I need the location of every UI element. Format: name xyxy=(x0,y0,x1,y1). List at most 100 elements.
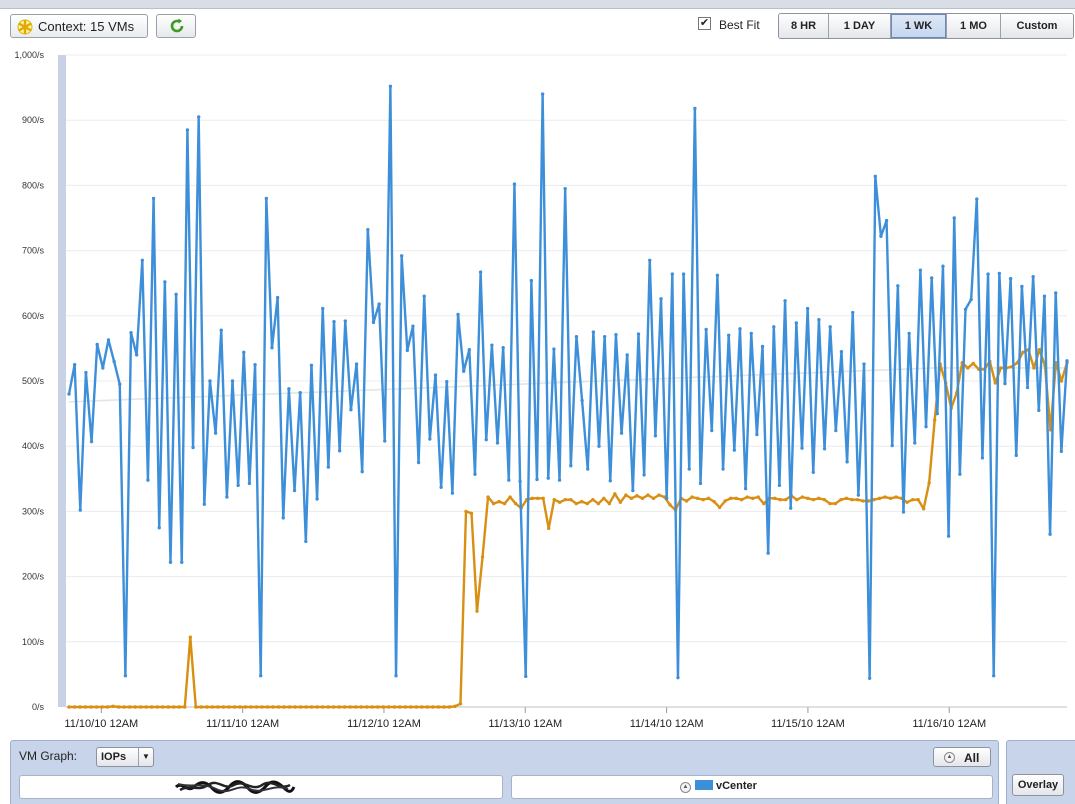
series-0-point xyxy=(969,297,973,302)
series-1-point xyxy=(629,496,634,501)
series-0-point xyxy=(1020,284,1024,289)
series-1-point xyxy=(877,496,882,501)
best-fit-label: Best Fit xyxy=(719,18,760,32)
x-tick-label: 11/10/10 12AM xyxy=(64,718,138,730)
series-0-point xyxy=(648,258,652,263)
series-0-point xyxy=(253,363,257,367)
series-0-point xyxy=(428,437,432,441)
series-1-point xyxy=(265,705,270,709)
range-8hr-button[interactable]: 8 HR xyxy=(779,14,829,38)
x-tick-label: 11/15/10 12AM xyxy=(771,718,845,730)
best-fit-checkbox[interactable]: ✔ xyxy=(698,17,711,30)
series-1-point xyxy=(491,501,496,506)
series-1-point xyxy=(67,705,71,709)
series-0-point xyxy=(732,448,737,452)
y-tick-label: 900/s xyxy=(22,115,45,125)
series-1-point xyxy=(315,705,319,709)
series-0-point xyxy=(298,391,302,395)
vm-graph-panel: VM Graph: IOPs ▼ ▲ All ▲ vCenter xyxy=(10,740,999,804)
series-1-point xyxy=(249,705,253,709)
series-0-point xyxy=(749,331,753,336)
series-0-point xyxy=(794,321,799,325)
range-1mo-button[interactable]: 1 MO xyxy=(947,14,1001,38)
series-0-point xyxy=(422,294,426,298)
vm-selector-field[interactable] xyxy=(19,775,503,799)
context-button[interactable]: Context: 15 VMs xyxy=(10,14,148,38)
series-0-point xyxy=(371,320,376,325)
series-0-point xyxy=(1003,381,1007,386)
series-0-point xyxy=(659,297,663,301)
series-1-point xyxy=(574,501,578,506)
y-tick-label: 700/s xyxy=(22,246,45,256)
series-0-point xyxy=(495,441,500,445)
series-0-point xyxy=(180,560,184,564)
context-label: Context: 15 VMs xyxy=(38,19,135,34)
series-1-point xyxy=(861,499,865,503)
series-1-point xyxy=(116,705,121,709)
series-0-point xyxy=(811,470,815,474)
series-1-point xyxy=(723,499,727,503)
series-1-point xyxy=(431,705,435,709)
series-0-point xyxy=(901,510,906,514)
series-1-point xyxy=(243,705,248,709)
series-0-point xyxy=(501,346,505,350)
series-0-point xyxy=(1042,294,1047,298)
series-0-point xyxy=(123,674,128,678)
series-0-point xyxy=(1037,408,1041,413)
series-0-point xyxy=(670,272,675,276)
y-tick-label: 200/s xyxy=(22,572,45,582)
series-1-point xyxy=(331,705,336,709)
series-1-point xyxy=(839,497,843,502)
series-1-point xyxy=(194,705,198,709)
series-1-point xyxy=(828,501,832,506)
series-1-point xyxy=(684,499,689,503)
vcenter-series-field[interactable]: ▲ vCenter xyxy=(511,775,993,799)
series-0-point xyxy=(151,196,156,201)
series-1-point xyxy=(138,705,143,709)
metric-dropdown[interactable]: IOPs ▼ xyxy=(96,747,154,767)
series-0-point xyxy=(129,331,133,335)
series-1-point xyxy=(927,481,931,485)
series-1-point xyxy=(365,705,369,709)
series-0-point xyxy=(112,359,116,364)
series-0-point xyxy=(478,270,483,274)
series-1-point xyxy=(883,495,887,499)
asterisk-icon xyxy=(17,19,33,35)
range-1day-button[interactable]: 1 DAY xyxy=(829,14,891,38)
series-1-point xyxy=(734,496,738,501)
range-custom-button[interactable]: Custom xyxy=(1001,14,1073,38)
series-0-point xyxy=(134,353,139,357)
series-1-point xyxy=(778,497,782,502)
series-0-point xyxy=(834,428,838,433)
series-0-point xyxy=(1008,276,1013,281)
series-0-point xyxy=(78,508,82,512)
series-0-point xyxy=(839,349,844,354)
overlay-button[interactable]: Overlay xyxy=(1012,774,1064,796)
series-0-point xyxy=(992,674,996,678)
series-0-point xyxy=(602,334,607,339)
series-1-point xyxy=(282,705,286,709)
series-1-point xyxy=(260,705,264,709)
y-tick-label: 600/s xyxy=(22,311,45,321)
series-1-point xyxy=(271,705,275,709)
series-0-point xyxy=(512,182,517,186)
series-0-point xyxy=(394,674,398,678)
all-label: All xyxy=(964,751,980,765)
chevron-down-icon: ▼ xyxy=(138,748,153,766)
series-0-point xyxy=(185,128,190,132)
series-1-point xyxy=(921,507,926,511)
refresh-button[interactable] xyxy=(156,14,196,38)
series-1-point xyxy=(425,705,430,709)
series-1-point xyxy=(287,705,292,709)
range-1wk-button[interactable]: 1 WK xyxy=(891,14,947,38)
series-0-point xyxy=(484,437,488,442)
series-0-point xyxy=(1065,359,1069,363)
series-1-point xyxy=(1032,366,1036,370)
series-0-point xyxy=(845,460,849,464)
series-0-point xyxy=(219,328,223,332)
series-1-point xyxy=(552,497,556,502)
series-1-point xyxy=(971,361,975,366)
all-button[interactable]: ▲ All xyxy=(933,747,991,767)
series-1-point xyxy=(89,705,93,709)
series-1-point xyxy=(1059,379,1064,383)
